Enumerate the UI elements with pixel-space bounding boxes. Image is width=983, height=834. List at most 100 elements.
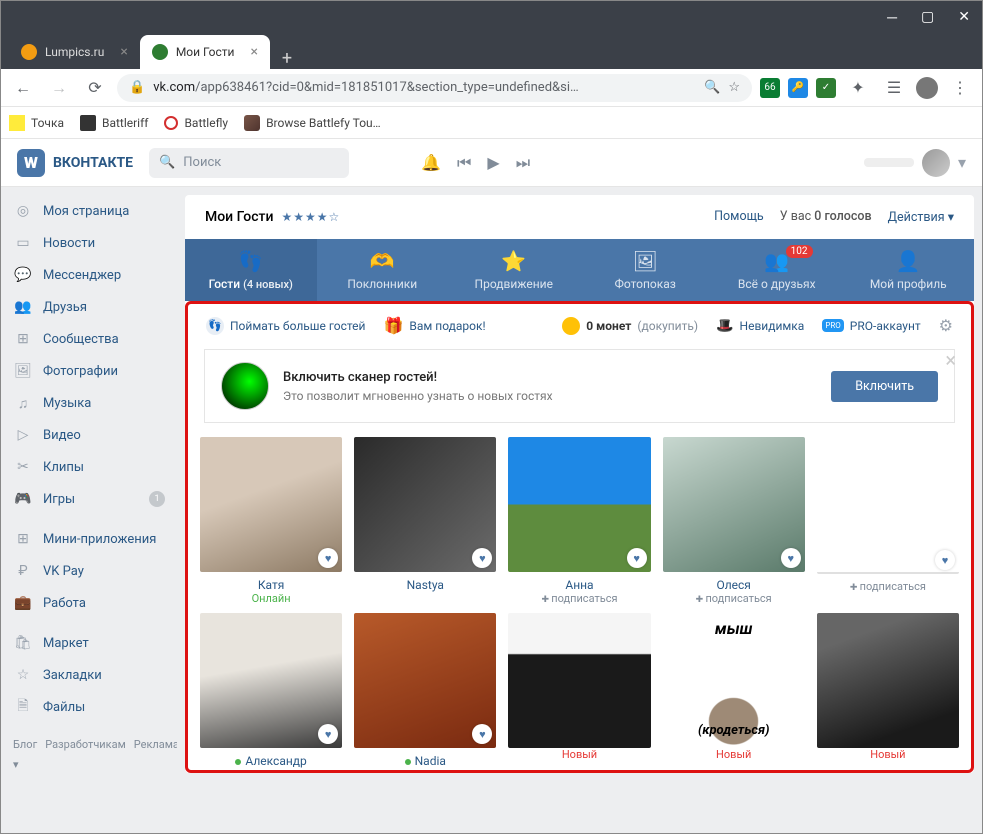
maximize-button[interactable]: ▢	[921, 9, 934, 25]
footer-link[interactable]: Блог	[13, 738, 37, 751]
search-engine-icon[interactable]: 🔍	[704, 80, 720, 95]
app-tab[interactable]: 👤Мой профиль	[843, 239, 975, 301]
bookmark-item[interactable]: Battlefly	[164, 116, 228, 130]
close-promo-icon[interactable]: ×	[945, 348, 956, 372]
sidebar-item[interactable]: ▷Видео	[1, 419, 177, 451]
sidebar-icon: ▷	[13, 425, 33, 445]
like-icon[interactable]: ♥	[781, 548, 801, 568]
reading-list-icon[interactable]: ☰	[880, 78, 908, 97]
sidebar-label: Клипы	[43, 460, 84, 475]
toolbar-catch[interactable]: 👣Поймать больше гостей	[206, 317, 365, 335]
enable-scanner-button[interactable]: Включить	[831, 371, 938, 402]
guest-name[interactable]: Катя	[200, 578, 342, 592]
guest-name[interactable]: Олеся	[663, 578, 805, 592]
sidebar-item[interactable]: ⊞Сообщества	[1, 323, 177, 355]
app-tab[interactable]: 🫶Поклонники	[317, 239, 449, 301]
subscribe-link[interactable]: подписаться	[508, 592, 650, 605]
extension-badge-66[interactable]: 66	[760, 78, 780, 98]
help-link[interactable]: Помощь	[714, 209, 764, 225]
guest-name[interactable]: Александр	[200, 754, 342, 768]
music-next-icon[interactable]: ⏭	[516, 153, 530, 173]
bookmark-star-icon[interactable]: ☆	[728, 80, 740, 95]
app-tabs: 👣Гости (4 новых)🫶Поклонники⭐Продвижение🖼…	[185, 239, 974, 301]
forward-button[interactable]: →	[45, 78, 73, 98]
chevron-down-icon: ▾	[958, 153, 966, 172]
subscribe-link[interactable]: подписаться	[817, 580, 959, 593]
notifications-icon[interactable]: 🔔	[421, 153, 441, 172]
sidebar-item[interactable]: ⊞Мини-приложения	[1, 523, 177, 555]
browser-tab[interactable]: Lumpics.ru×	[9, 35, 140, 69]
subscribe-link[interactable]: подписаться	[663, 592, 805, 605]
tab-label: Всё о друзьях	[738, 277, 816, 291]
guest-name[interactable]: Анна	[508, 578, 650, 592]
sidebar-item[interactable]: ✂Клипы	[1, 451, 177, 483]
app-tab[interactable]: 👣Гости (4 новых)	[185, 239, 317, 301]
tab-label: Фотопоказ	[615, 277, 676, 291]
sidebar-item[interactable]: 🗎Файлы	[1, 691, 177, 723]
extension-badge-check[interactable]: ✓	[816, 78, 836, 98]
sidebar-item[interactable]: 🎮Игры1	[1, 483, 177, 515]
bookmark-item[interactable]: Точка	[9, 115, 64, 131]
menu-icon[interactable]: ⋮	[946, 78, 974, 97]
bookmark-item[interactable]: Browse Battlefy Tou…	[244, 115, 381, 131]
guest-photo[interactable]: мыш(кродеться)	[663, 613, 805, 748]
sidebar-item[interactable]: 💼Работа	[1, 587, 177, 619]
app-tab[interactable]: ⭐Продвижение	[448, 239, 580, 301]
extensions-icon[interactable]: ✦	[844, 78, 872, 97]
minimize-button[interactable]: ─	[887, 9, 897, 26]
vk-search-input[interactable]: 🔍 Поиск	[149, 148, 349, 178]
sidebar-item[interactable]: ◎Моя страница	[1, 195, 177, 227]
toolbar-coins[interactable]: 0 монет (докупить)	[562, 317, 698, 335]
close-button[interactable]: ✕	[958, 9, 970, 25]
footer-link[interactable]: Разработчикам	[45, 738, 126, 751]
browser-tab[interactable]: Мои Гости ×	[140, 35, 270, 69]
actions-dropdown[interactable]: Действия ▾	[888, 209, 954, 225]
sidebar-icon: 💼	[13, 593, 33, 613]
sidebar-icon: ⊞	[13, 529, 33, 549]
url-box[interactable]: 🔒 vk.com/app638461?cid=0&mid=181851017&s…	[117, 74, 752, 102]
toolbar-pro[interactable]: PROPRO-аккаунт	[822, 319, 920, 333]
sidebar-icon: ▭	[13, 233, 33, 253]
coin-icon	[562, 317, 580, 335]
reload-button[interactable]: ⟳	[81, 78, 109, 97]
sidebar-item[interactable]: ♫Музыка	[1, 387, 177, 419]
sidebar-label: Мессенджер	[43, 268, 121, 283]
sidebar-item[interactable]: 💬Мессенджер	[1, 259, 177, 291]
sidebar-item[interactable]: ☆Закладки	[1, 659, 177, 691]
gear-icon[interactable]: ⚙	[939, 316, 953, 335]
app-tab[interactable]: 👥Всё о друзьях102	[711, 239, 843, 301]
profile-avatar[interactable]	[916, 77, 938, 99]
tab-title: Мои Гости	[176, 45, 235, 59]
guest-name[interactable]: Nastya	[354, 578, 496, 592]
extension-badge-key[interactable]: 🔑	[788, 78, 808, 98]
sidebar-item[interactable]: 🛍Маркет	[1, 627, 177, 659]
tab-badge: 102	[786, 245, 813, 258]
sidebar-icon: 🛍	[13, 633, 33, 653]
rating-stars[interactable]: ★★★★☆	[281, 210, 340, 224]
new-tab-button[interactable]: +	[270, 48, 304, 69]
header-user[interactable]: ▾	[864, 149, 966, 177]
tab-close-icon[interactable]: ×	[120, 44, 127, 60]
guest-photo[interactable]	[817, 572, 959, 574]
bookmark-item[interactable]: Battleriff	[80, 115, 148, 131]
tab-close-icon[interactable]: ×	[250, 44, 257, 60]
sidebar-item[interactable]: 🖼Фотографии	[1, 355, 177, 387]
music-prev-icon[interactable]: ⏮	[457, 153, 471, 173]
toolbar-invisible[interactable]: 🎩Невидимка	[716, 318, 804, 334]
guest-name[interactable]: Nadia	[354, 754, 496, 768]
like-icon[interactable]: ♥	[627, 548, 647, 568]
guest-photo[interactable]	[817, 613, 959, 748]
back-button[interactable]: ←	[9, 78, 37, 98]
footer-link[interactable]: Реклама	[134, 738, 179, 751]
sidebar-item[interactable]: ₽VK Pay	[1, 555, 177, 587]
music-play-icon[interactable]: ▶	[487, 153, 499, 172]
vk-logo[interactable]: W ВКОНТАКТЕ	[17, 149, 133, 177]
vk-body: ◎Моя страница▭Новости💬Мессенджер👥Друзья⊞…	[1, 187, 982, 833]
sidebar-item[interactable]: ▭Новости	[1, 227, 177, 259]
toolbar-gift[interactable]: 🎁Вам подарок!	[383, 316, 485, 335]
guest-photo[interactable]	[508, 613, 650, 748]
app-tab[interactable]: 🖼Фотопоказ	[580, 239, 712, 301]
sidebar-item[interactable]: 👥Друзья	[1, 291, 177, 323]
sidebar: ◎Моя страница▭Новости💬Мессенджер👥Друзья⊞…	[1, 187, 177, 833]
like-icon[interactable]: ♥	[935, 550, 955, 570]
